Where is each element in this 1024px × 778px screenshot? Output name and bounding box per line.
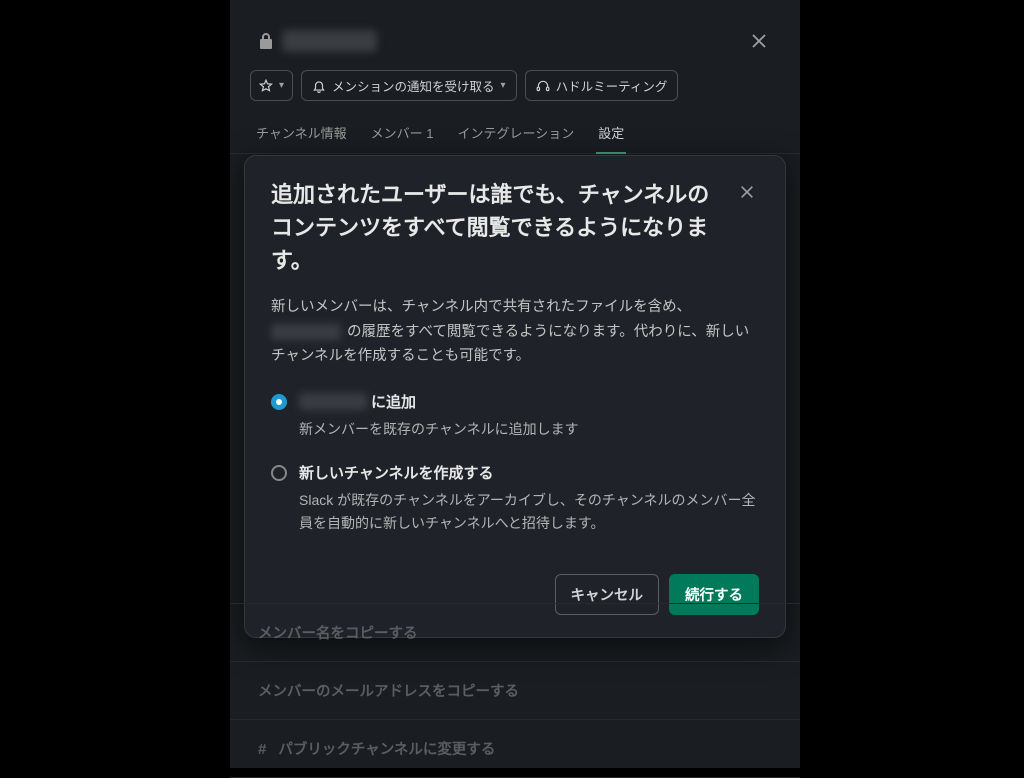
hash-icon: # — [258, 741, 266, 758]
modal-close-button[interactable] — [735, 182, 759, 202]
bell-icon — [312, 79, 326, 93]
tabs: チャンネル情報 メンバー 1 インテグレーション 設定 — [230, 115, 800, 154]
change-public-row[interactable]: # パブリックチャンネルに変更する — [230, 720, 800, 778]
tab-members[interactable]: メンバー 1 — [369, 115, 436, 153]
copy-member-emails-row[interactable]: メンバーのメールアドレスをコピーする — [230, 662, 800, 720]
radio-label-suffix: に追加 — [371, 391, 416, 412]
close-panel-button[interactable] — [746, 28, 772, 54]
radio-label: 新しいチャンネルを作成する — [299, 462, 759, 483]
channel-name-redacted — [282, 30, 377, 52]
radio-content: に追加 新メンバーを既存のチャンネルに追加します — [299, 391, 759, 440]
huddle-label: ハドルミーティング — [556, 76, 668, 95]
desc-part1: 新しいメンバーは、チャンネル内で共有されたファイルを含め、 — [271, 299, 691, 315]
channel-name-redacted — [299, 393, 367, 410]
radio-indicator — [271, 394, 287, 410]
row-label: メンバー名をコピーする — [258, 626, 418, 642]
channel-title — [258, 30, 377, 52]
star-icon — [259, 79, 273, 93]
radio-label: に追加 — [299, 391, 759, 412]
panel-toolbar: ▾ メンションの通知を受け取る ▾ ハドルミーティング — [230, 64, 800, 115]
radio-content: 新しいチャンネルを作成する Slack が既存のチャンネルをアーカイブし、そのチ… — [299, 462, 759, 534]
radio-sublabel: Slack が既存のチャンネルをアーカイブし、そのチャンネルのメンバー全員を自動… — [299, 489, 759, 534]
radio-option-create-new[interactable]: 新しいチャンネルを作成する Slack が既存のチャンネルをアーカイブし、そのチ… — [271, 462, 759, 534]
copy-member-names-row[interactable]: メンバー名をコピーする — [230, 603, 800, 662]
modal-title: 追加されたユーザーは誰でも、チャンネルのコンテンツをすべて閲覧できるようになりま… — [271, 178, 735, 277]
modal-header: 追加されたユーザーは誰でも、チャンネルのコンテンツをすべて閲覧できるようになりま… — [271, 178, 759, 277]
notifications-label: メンションの通知を受け取る — [332, 76, 495, 95]
modal-description: 新しいメンバーは、チャンネル内で共有されたファイルを含め、 の履歴をすべて閲覧で… — [271, 295, 759, 369]
row-label: メンバーのメールアドレスをコピーする — [258, 684, 519, 700]
huddle-button[interactable]: ハドルミーティング — [525, 70, 679, 101]
radio-option-add-to-existing[interactable]: に追加 新メンバーを既存のチャンネルに追加します — [271, 391, 759, 440]
radio-sublabel: 新メンバーを既存のチャンネルに追加します — [299, 418, 759, 440]
star-button[interactable]: ▾ — [250, 70, 293, 101]
confirmation-modal: 追加されたユーザーは誰でも、チャンネルのコンテンツをすべて閲覧できるようになりま… — [244, 155, 786, 638]
radio-group: に追加 新メンバーを既存のチャンネルに追加します 新しいチャンネルを作成する S… — [271, 391, 759, 534]
tab-integrations[interactable]: インテグレーション — [455, 115, 576, 153]
modal-backdrop: 追加されたユーザーは誰でも、チャンネルのコンテンツをすべて閲覧できるようになりま… — [230, 155, 800, 638]
notifications-button[interactable]: メンションの通知を受け取る ▾ — [301, 70, 517, 101]
lock-icon — [258, 32, 274, 50]
tab-channel-info[interactable]: チャンネル情報 — [254, 115, 349, 153]
row-label: パブリックチャンネルに変更する — [278, 742, 495, 758]
headphones-icon — [536, 79, 550, 93]
desc-part2: の履歴をすべて閲覧できるようになります。代わりに、新しいチャンネルを作成すること… — [271, 324, 749, 365]
chevron-down-icon: ▾ — [501, 80, 506, 91]
tab-settings[interactable]: 設定 — [596, 115, 626, 153]
chevron-down-icon: ▾ — [279, 80, 284, 91]
channel-name-redacted — [271, 324, 341, 340]
radio-indicator — [271, 465, 287, 481]
settings-list-dimmed: メンバー名をコピーする メンバーのメールアドレスをコピーする # パブリックチャン… — [230, 603, 800, 778]
panel-header — [230, 0, 800, 64]
